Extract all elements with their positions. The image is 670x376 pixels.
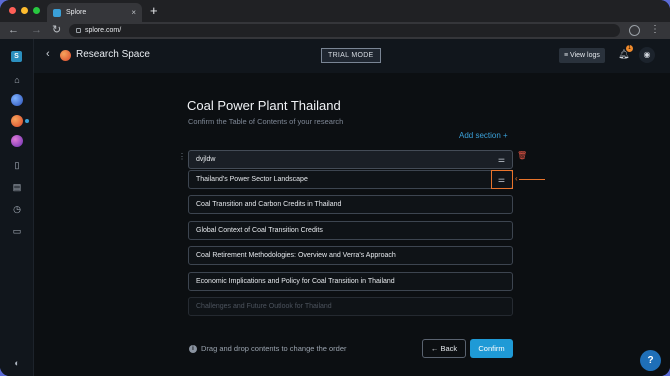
research-subtitle: Confirm the Table of Contents of your re…	[188, 117, 344, 126]
new-tab-button[interactable]: +	[150, 3, 158, 19]
highlight-arrow	[519, 179, 545, 180]
browser-tab[interactable]: Splore ×	[47, 3, 142, 22]
sidebar: S ⌂ ▯ ▤ ◷ ▭ ◐	[0, 39, 34, 376]
view-logs-button[interactable]: ≡ View logs	[559, 48, 605, 63]
info-icon: i	[189, 345, 197, 353]
notification-badge: 1	[626, 45, 633, 52]
arrow-head-icon: ‹	[515, 174, 518, 183]
forward-arrow-icon[interactable]: →	[31, 23, 42, 37]
confirm-button[interactable]: Confirm	[470, 339, 513, 358]
home-icon[interactable]: ⌂	[11, 74, 23, 86]
planet-orange-icon[interactable]	[11, 115, 23, 127]
tab-strip: Splore × +	[0, 0, 670, 22]
toc-item-label: Challenges and Future Outlook for Thaila…	[196, 303, 332, 310]
drag-hint: Drag and drop contents to change the ord…	[201, 344, 347, 353]
browser-menu-icon[interactable]: ⋮	[650, 23, 660, 37]
back-arrow-icon[interactable]: ←	[8, 23, 19, 37]
toc-item[interactable]: Global Context of Coal Transition Credit…	[188, 221, 513, 240]
planet-blue-icon[interactable]	[11, 94, 23, 106]
user-avatar-icon[interactable]: ◉	[639, 47, 655, 63]
book-icon[interactable]: ▯	[11, 159, 23, 171]
toc-item-label: Economic Implications and Policy for Coa…	[196, 278, 395, 285]
research-title: Coal Power Plant Thailand	[187, 98, 341, 113]
minimize-window-button[interactable]	[21, 7, 28, 14]
splore-logo-icon[interactable]: S	[11, 51, 22, 62]
chevron-left-icon[interactable]: ‹	[46, 48, 50, 60]
section-edit-value: dvjldw	[196, 156, 216, 163]
palette-icon[interactable]: ◐	[11, 357, 23, 369]
window-controls	[9, 7, 40, 14]
favicon-icon	[53, 8, 61, 17]
lock-icon	[76, 28, 81, 33]
settings-sliders-icon[interactable]: ⚌	[498, 151, 505, 168]
document-icon[interactable]: ▤	[11, 181, 23, 193]
add-section-button[interactable]: Add section +	[459, 131, 508, 140]
reload-icon[interactable]: ↻	[52, 23, 61, 37]
app-root: S ⌂ ▯ ▤ ◷ ▭ ◐ ‹ Research Space TRIAL MOD…	[0, 39, 670, 376]
toc-item[interactable]: Coal Retirement Methodologies: Overview …	[188, 246, 513, 265]
highlight-box	[491, 170, 513, 189]
chat-icon[interactable]: ▭	[11, 225, 23, 237]
app-header: ‹ Research Space TRIAL MODE ≡ View logs …	[34, 39, 670, 73]
section-edit-input[interactable]: dvjldw ⚌	[188, 150, 513, 169]
url-text: splore.com/	[85, 27, 122, 34]
history-icon[interactable]: ◷	[11, 203, 23, 215]
address-bar-row: ← → ↻ splore.com/ ⋮	[0, 22, 670, 39]
main-content: Coal Power Plant Thailand Confirm the Ta…	[34, 73, 670, 376]
toc-item-label: Global Context of Coal Transition Credit…	[196, 227, 323, 234]
toc-item[interactable]: Economic Implications and Policy for Coa…	[188, 272, 513, 291]
close-window-button[interactable]	[9, 7, 16, 14]
research-space-logo-icon	[60, 50, 71, 61]
help-button[interactable]: ?	[640, 350, 661, 371]
tab-close-icon[interactable]: ×	[131, 8, 136, 17]
maximize-window-button[interactable]	[33, 7, 40, 14]
active-indicator	[25, 119, 29, 123]
toc-item-label: Coal Transition and Carbon Credits in Th…	[196, 201, 342, 208]
planet-purple-icon[interactable]	[11, 135, 23, 147]
trash-icon[interactable]: 🗑︎	[517, 151, 527, 160]
page-title: Research Space	[76, 49, 150, 60]
toc-item[interactable]: Coal Transition and Carbon Credits in Th…	[188, 195, 513, 214]
browser-window: Splore × + ← → ↻ splore.com/ ⋮ S ⌂ ▯ ▤ ◷…	[0, 0, 670, 376]
tab-title: Splore	[66, 9, 87, 16]
toc-item-label: Thailand's Power Sector Landscape	[196, 176, 308, 183]
url-input[interactable]: splore.com/	[69, 24, 620, 37]
toc-item[interactable]: Thailand's Power Sector Landscape ⚌	[188, 170, 513, 189]
back-button[interactable]: ← Back	[422, 339, 466, 358]
trial-mode-badge: TRIAL MODE	[321, 48, 381, 63]
toc-item-label: Coal Retirement Methodologies: Overview …	[196, 252, 396, 259]
browser-profile-icon[interactable]	[629, 25, 640, 36]
